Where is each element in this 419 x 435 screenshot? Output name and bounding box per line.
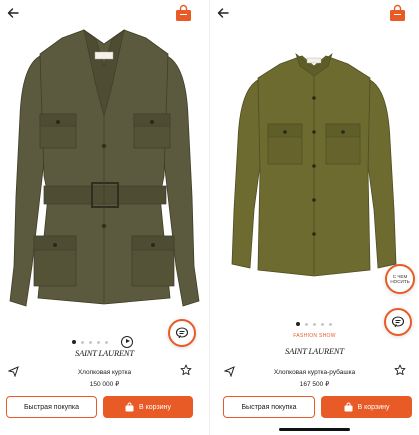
pagination-dot[interactable]: [97, 340, 100, 344]
quick-buy-button[interactable]: Быстрая покупка: [223, 396, 315, 418]
pagination-dot[interactable]: [321, 322, 324, 326]
brand-logo: SAINT LAURENT: [285, 346, 344, 356]
star-icon[interactable]: [180, 364, 192, 376]
pagination-dot[interactable]: [305, 322, 308, 326]
product-price: 167 500 ₽: [299, 381, 330, 388]
chat-icon: [391, 316, 405, 328]
gallery-pagination: [72, 336, 133, 348]
pagination-dot[interactable]: [89, 340, 92, 344]
wear-with-label: С ЧЕМ НОСИТЬ: [390, 273, 410, 285]
product-name: Хлопковая куртка-рубашка: [273, 369, 356, 376]
pagination-dot[interactable]: [72, 340, 76, 344]
add-to-cart-label: В корзину: [357, 403, 390, 411]
back-arrow-icon[interactable]: [6, 6, 20, 20]
shopping-bag-icon[interactable]: [389, 4, 406, 22]
pagination-dot[interactable]: [105, 340, 108, 344]
pagination-dot[interactable]: [313, 322, 316, 326]
product-image[interactable]: [0, 26, 209, 322]
pagination-dot[interactable]: [329, 322, 332, 326]
pagination-dot[interactable]: [296, 322, 300, 326]
add-to-cart-button[interactable]: В корзину: [103, 396, 193, 418]
shopping-bag-icon: [125, 402, 134, 412]
chat-button[interactable]: [384, 308, 412, 336]
home-indicator: [279, 428, 350, 431]
brand-logo: SAINT LAURENT: [75, 348, 134, 358]
fashion-show-badge: FASHION SHOW: [293, 333, 336, 339]
wear-with-button[interactable]: С ЧЕМ НОСИТЬ: [385, 264, 415, 294]
product-card-right: С ЧЕМ НОСИТЬ FASHION SHOW SAINT LAURENT …: [210, 0, 419, 435]
quick-buy-button[interactable]: Быстрая покупка: [6, 396, 97, 418]
shopping-bag-icon: [344, 402, 353, 412]
pagination-dot[interactable]: [81, 340, 84, 344]
product-image[interactable]: [210, 50, 419, 290]
chat-icon: [175, 327, 189, 339]
chat-button[interactable]: [168, 319, 196, 347]
play-icon[interactable]: [121, 336, 133, 348]
product-name: Хлопковая куртка: [77, 369, 132, 376]
back-arrow-icon[interactable]: [216, 6, 230, 20]
add-to-cart-button[interactable]: В корзину: [321, 396, 412, 418]
shopping-bag-icon[interactable]: [175, 4, 192, 22]
product-card-left: SAINT LAURENT Хлопковая куртка 150 000 ₽…: [0, 0, 209, 435]
add-to-cart-label: В корзину: [139, 403, 171, 411]
product-price: 150 000 ₽: [89, 381, 120, 388]
gallery-pagination: [296, 322, 332, 326]
star-icon[interactable]: [394, 364, 406, 376]
